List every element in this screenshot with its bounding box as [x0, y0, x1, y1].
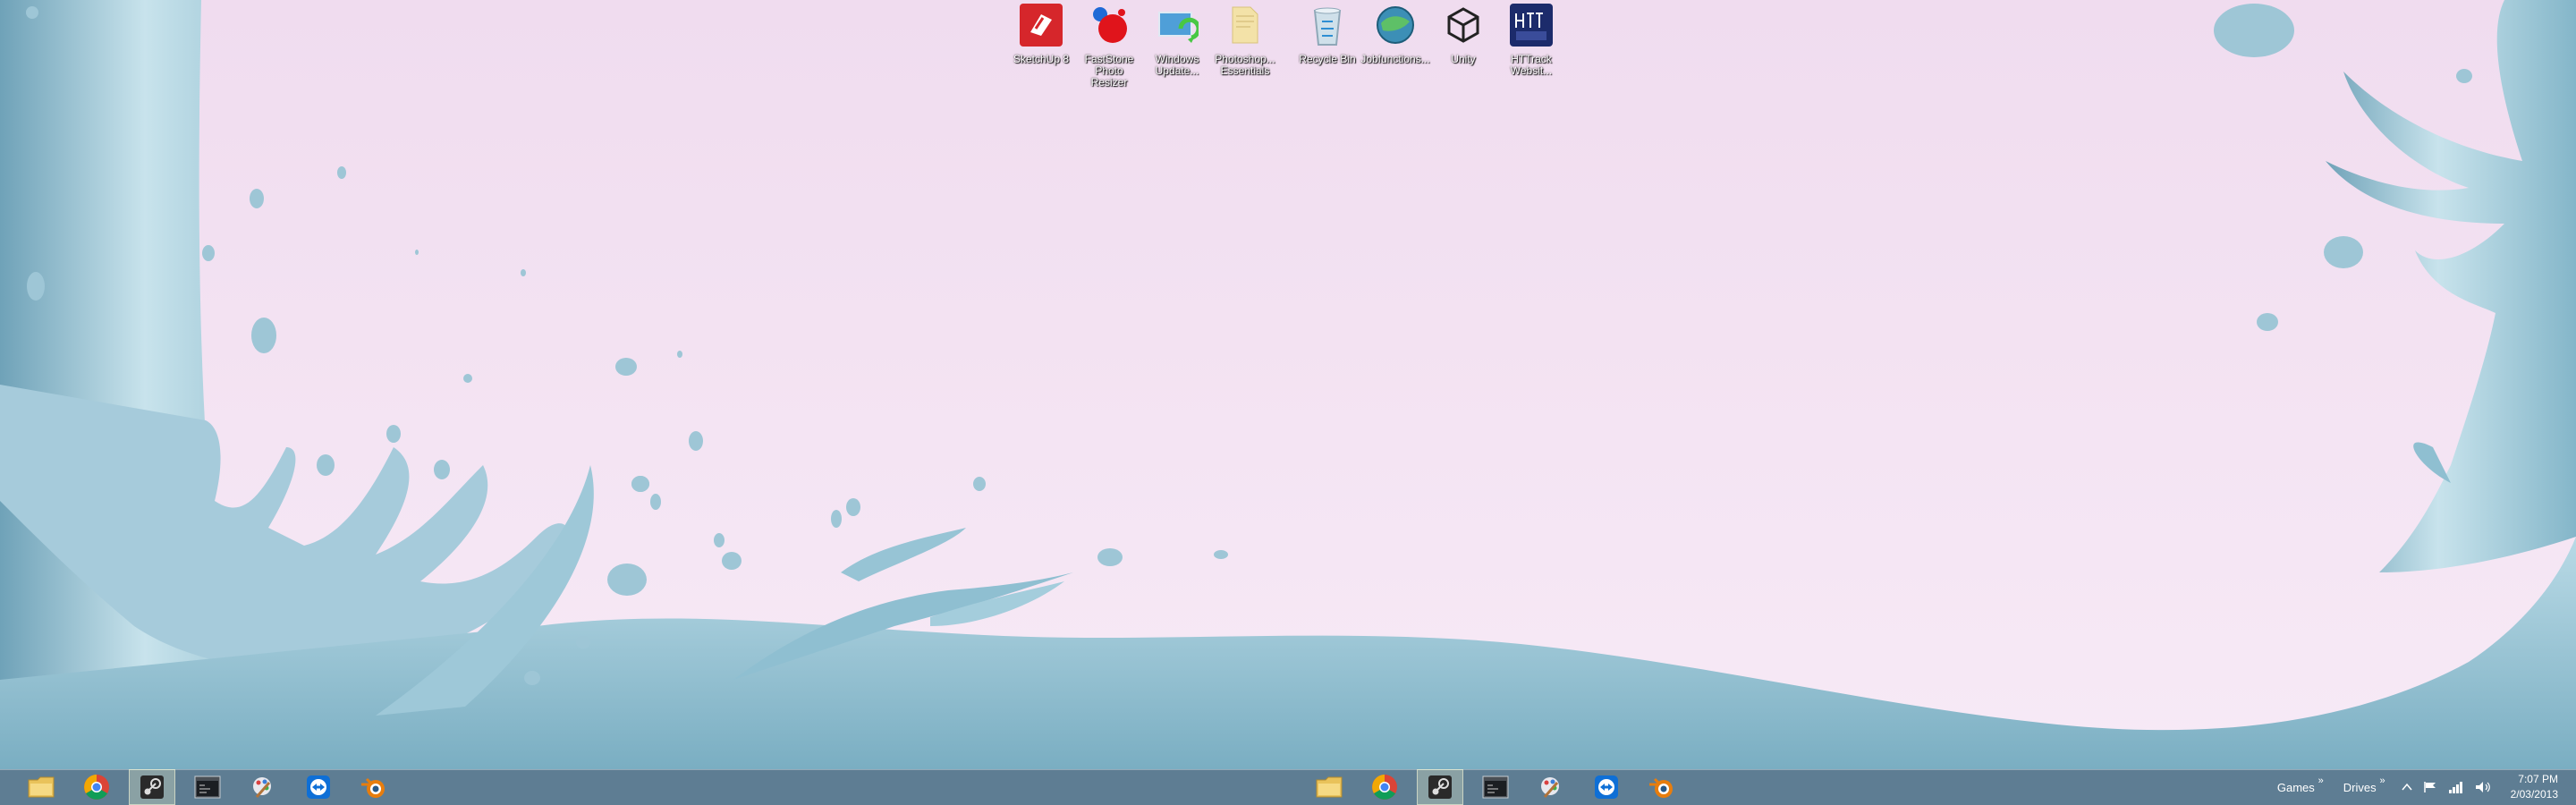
taskbar-button-paint[interactable] [1528, 769, 1574, 805]
terminal-icon [1482, 775, 1509, 799]
folder-icon [1224, 4, 1267, 47]
taskbar-apps-left [18, 769, 406, 805]
desktop-icon-label: Recycle Bin [1299, 53, 1356, 65]
taskbar-button-file-explorer[interactable] [1306, 769, 1352, 805]
steam-icon [1428, 775, 1452, 799]
chevron-icon[interactable]: » [2379, 775, 2385, 786]
file-explorer-icon [28, 776, 55, 798]
desktop-icon-jobfunctions[interactable]: Jobfunctions... [1360, 4, 1430, 89]
toolbar-games[interactable]: Games » [2276, 775, 2324, 794]
clock[interactable]: 7:07 PM 2/03/2013 [2511, 772, 2558, 802]
teamviewer-icon [307, 775, 330, 799]
show-hidden-icon[interactable] [2402, 783, 2412, 792]
desktop-icon-area: SketchUp 8 FastStone Photo Resizer Windo… [1009, 4, 1563, 89]
chevron-icon[interactable]: » [2318, 775, 2324, 786]
unity-icon [1442, 4, 1485, 47]
volume-icon[interactable] [2475, 781, 2491, 793]
blender-icon [1649, 777, 1673, 798]
taskbar-button-chrome[interactable] [73, 769, 120, 805]
recycle-bin-icon [1306, 4, 1349, 47]
system-tray: Games » Drives » 7:07 PM 2/03/2013 [2272, 769, 2576, 805]
faststone-icon [1088, 4, 1131, 47]
desktop-icon-photoshop-essentials[interactable]: Photoshop... Essentials [1213, 4, 1277, 89]
file-explorer-icon [1316, 776, 1343, 798]
clock-date: 2/03/2013 [2510, 788, 2558, 801]
teamviewer-icon [1595, 775, 1618, 799]
desktop-icon-httrack[interactable]: HTTrack Websit... [1499, 4, 1563, 89]
desktop-icon-recycle-bin[interactable]: Recycle Bin [1295, 4, 1360, 89]
desktop-icon-sketchup[interactable]: SketchUp 8 [1009, 4, 1073, 89]
desktop-icon-label: Unity [1451, 53, 1476, 65]
desktop-icon-label: Jobfunctions... [1360, 53, 1430, 65]
desktop-icon-windows-update[interactable]: Windows Update... [1145, 4, 1209, 89]
taskbar-button-teamviewer[interactable] [295, 769, 342, 805]
taskbar-button-steam[interactable] [1417, 769, 1463, 805]
desktop-icon-unity[interactable]: Unity [1431, 4, 1496, 89]
terminal-icon [194, 775, 221, 799]
httrack-icon [1510, 4, 1553, 47]
desktop-icon-label: Photoshop... Essentials [1215, 53, 1275, 77]
paint-icon [1541, 777, 1559, 798]
paint-icon [253, 777, 271, 798]
desktop-wallpaper [0, 0, 2576, 769]
taskbar-button-terminal[interactable] [184, 769, 231, 805]
toolbar-drives[interactable]: Drives » [2343, 775, 2385, 794]
sketchup-icon [1020, 4, 1063, 47]
taskbar-button-chrome[interactable] [1361, 769, 1408, 805]
blender-icon [361, 777, 385, 798]
clock-time: 7:07 PM [2518, 773, 2558, 785]
taskbar-button-paint[interactable] [240, 769, 286, 805]
toolbar-drives-label: Drives [2343, 780, 2377, 794]
flag-icon[interactable] [2423, 781, 2437, 793]
desktop-icon-label: FastStone Photo Resizer [1084, 53, 1134, 89]
taskbar-button-steam[interactable] [129, 769, 175, 805]
taskbar-button-blender[interactable] [351, 769, 397, 805]
desktop-icon-faststone[interactable]: FastStone Photo Resizer [1077, 4, 1141, 89]
steam-icon [140, 775, 164, 799]
desktop-icon-label: SketchUp 8 [1013, 53, 1070, 65]
taskbar-button-teamviewer[interactable] [1583, 769, 1630, 805]
taskbar-apps-right [1306, 769, 1694, 805]
taskbar-button-terminal[interactable] [1472, 769, 1519, 805]
taskbar: Games » Drives » 7:07 PM 2/03/2013 [0, 769, 2576, 805]
chrome-icon [1372, 775, 1397, 800]
toolbar-games-label: Games [2276, 780, 2315, 794]
taskbar-button-blender[interactable] [1639, 769, 1685, 805]
chrome-icon [84, 775, 109, 800]
desktop-icon-label: HTTrack Websit... [1510, 53, 1553, 77]
taskbar-button-file-explorer[interactable] [18, 769, 64, 805]
windows-update-icon [1156, 4, 1199, 47]
globe-icon [1374, 4, 1417, 47]
desktop-icon-label: Windows Update... [1155, 53, 1199, 77]
network-icon[interactable] [2448, 781, 2464, 793]
